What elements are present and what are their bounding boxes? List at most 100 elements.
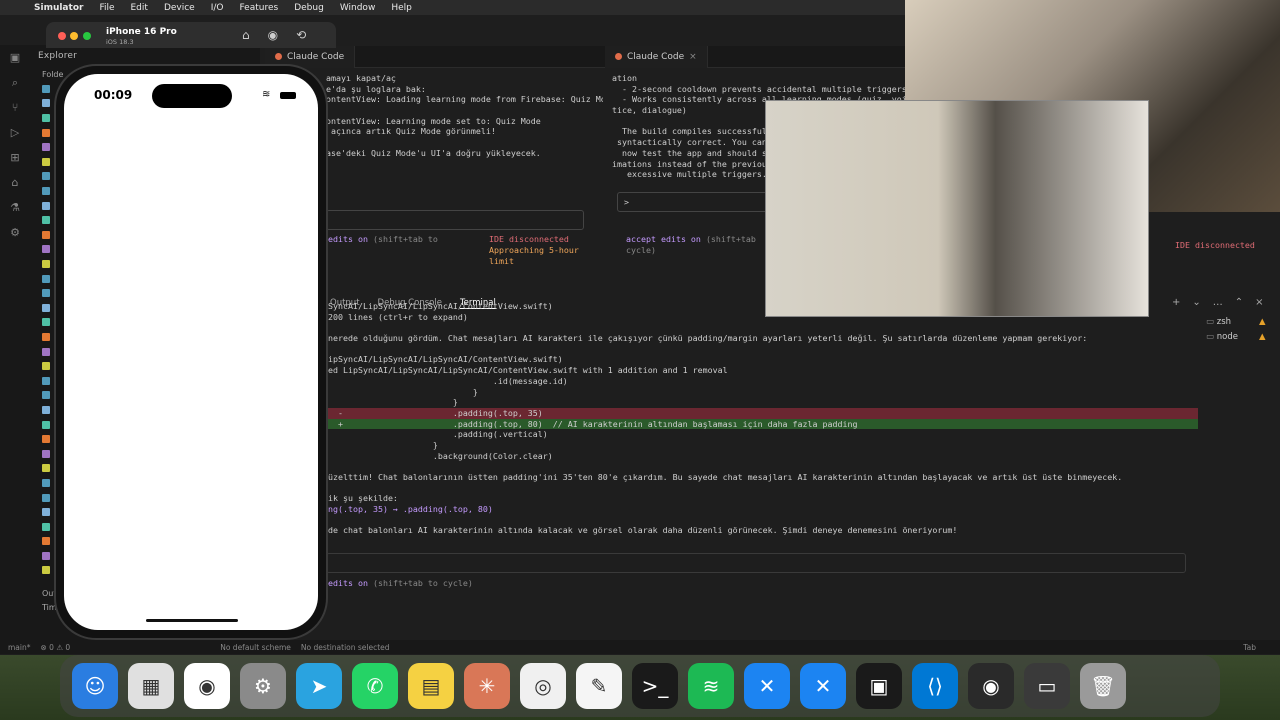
terminal-edits-hint: (shift+tab to cycle)	[372, 578, 473, 588]
terminal-list: ▭ zsh ▲ ▭ node ▲	[1206, 317, 1266, 347]
menu-file[interactable]: File	[91, 3, 122, 13]
terminal-item-zsh[interactable]: ▭ zsh ▲	[1206, 317, 1266, 332]
warning-icon: ▲	[1258, 332, 1266, 342]
chatgpt-icon[interactable]: ◎	[520, 663, 566, 709]
telegram-icon[interactable]: ➤	[296, 663, 342, 709]
xcode-icon[interactable]: ✕	[744, 663, 790, 709]
zoom-window-button[interactable]	[83, 32, 91, 40]
screenshot-icon[interactable]: ▭	[1024, 663, 1070, 709]
tab-label: Claude Code	[627, 51, 685, 62]
close-window-button[interactable]	[58, 32, 66, 40]
output-line: - 2-second cooldown prevents accidental …	[612, 83, 907, 94]
screenshot-icon[interactable]: ◉	[268, 28, 278, 42]
gear-icon[interactable]: ⚙	[0, 220, 30, 245]
prompt-symbol: >	[624, 197, 629, 207]
file-icon	[42, 362, 50, 371]
iphone-frame: 00:09 ≋	[54, 64, 328, 640]
scheme-label[interactable]: No default scheme	[220, 643, 291, 652]
home-indicator	[146, 619, 238, 622]
menu-window[interactable]: Window	[332, 3, 384, 13]
destination-label[interactable]: No destination selected	[301, 643, 390, 652]
vscode-icon[interactable]: ⟨⟩	[912, 663, 958, 709]
iphone-screen[interactable]: 00:09 ≋	[64, 74, 318, 630]
menu-io[interactable]: I/O	[203, 3, 232, 13]
textedit-icon[interactable]: ✎	[576, 663, 622, 709]
finder-icon[interactable]: ☺	[72, 663, 118, 709]
obs-icon[interactable]: ◉	[968, 663, 1014, 709]
file-icon	[42, 347, 50, 356]
file-icon	[42, 84, 50, 93]
vscode-like-icon[interactable]: ▣	[856, 663, 902, 709]
menu-debug[interactable]: Debug	[286, 3, 332, 13]
run-debug-icon[interactable]: ▷	[0, 120, 30, 145]
errors-count[interactable]: ⊗ 0 ⚠ 0	[41, 643, 71, 652]
chrome-icon[interactable]: ◉	[184, 663, 230, 709]
search-icon[interactable]: ⌕	[0, 70, 30, 95]
explorer-icon[interactable]: ▣	[0, 45, 30, 70]
rotate-icon[interactable]: ⟲	[296, 28, 306, 42]
file-icon	[42, 216, 50, 225]
file-icon	[42, 260, 50, 269]
tab-claude-code-right[interactable]: Claude Code ×	[605, 45, 708, 68]
terminal-icon[interactable]: >_	[632, 663, 678, 709]
minimize-window-button[interactable]	[70, 32, 78, 40]
notes-icon[interactable]: ▤	[408, 663, 454, 709]
file-icon	[42, 566, 50, 575]
settings-icon[interactable]: ⚙	[240, 663, 286, 709]
trash-icon[interactable]: 🗑	[1080, 663, 1126, 709]
left-ide-status: IDE disconnected	[489, 234, 569, 244]
close-icon[interactable]: ×	[689, 52, 697, 62]
tab-size-label[interactable]: Tab	[1243, 643, 1256, 652]
output-line: e'da şu loglara bak:	[326, 83, 426, 94]
launchpad-icon[interactable]: ▦	[128, 663, 174, 709]
file-icon	[42, 332, 50, 341]
menu-help[interactable]: Help	[383, 3, 420, 13]
device-os: iOS 18.3	[106, 38, 134, 46]
terminal-edits-on: edits on	[328, 578, 368, 588]
testing-icon[interactable]: ⚗	[0, 195, 30, 220]
terminal-label: zsh	[1216, 317, 1232, 327]
claude-icon[interactable]: ✳	[464, 663, 510, 709]
source-control-icon[interactable]: ⑂	[0, 95, 30, 120]
simulator-toolbar: ⌂ ◉ ⟲	[242, 28, 306, 42]
webcam-overlay-2	[765, 100, 1149, 317]
menu-edit[interactable]: Edit	[123, 3, 156, 13]
spotify-icon[interactable]: ≋	[688, 663, 734, 709]
whatsapp-icon[interactable]: ✆	[352, 663, 398, 709]
warning-icon: ▲	[1259, 317, 1266, 327]
extensions-icon[interactable]: ⊞	[0, 145, 30, 170]
left-input-box[interactable]	[326, 210, 584, 230]
file-icon	[42, 274, 50, 283]
file-icon	[42, 157, 50, 166]
file-icon	[42, 551, 50, 560]
close-icon[interactable]: ×	[1255, 297, 1263, 308]
file-icon	[42, 478, 50, 487]
terminal-item-node[interactable]: ▭ node ▲	[1206, 332, 1266, 347]
simulator-titlebar: iPhone 16 Pro iOS 18.3 ⌂ ◉ ⟲	[46, 22, 336, 48]
output-line: amayı kapat/aç	[326, 73, 396, 83]
left-edits-hint: (shift+tab to	[372, 234, 438, 244]
terminal-input-box[interactable]	[326, 553, 1186, 573]
terminal-line: }	[328, 386, 478, 397]
claude-icon	[615, 53, 622, 60]
file-icon	[42, 405, 50, 414]
file-icon	[42, 187, 50, 196]
maximize-icon[interactable]: ⌃	[1235, 297, 1243, 308]
right-ide-status: IDE disconnected	[1175, 240, 1255, 250]
branch-label[interactable]: main*	[8, 643, 31, 652]
menu-device[interactable]: Device	[156, 3, 203, 13]
file-icon	[42, 318, 50, 327]
menu-app-name[interactable]: Simulator	[26, 3, 91, 13]
menu-features[interactable]: Features	[232, 3, 287, 13]
output-line: ase'deki Quiz Mode'u UI'a doğru yükleyec…	[326, 147, 541, 158]
xcode-beta-icon[interactable]: ✕	[800, 663, 846, 709]
remote-icon[interactable]: ⌂	[0, 170, 30, 195]
more-icon[interactable]: …	[1213, 297, 1223, 308]
home-icon[interactable]: ⌂	[242, 28, 250, 42]
file-icon	[42, 376, 50, 385]
file-icon	[42, 391, 50, 400]
